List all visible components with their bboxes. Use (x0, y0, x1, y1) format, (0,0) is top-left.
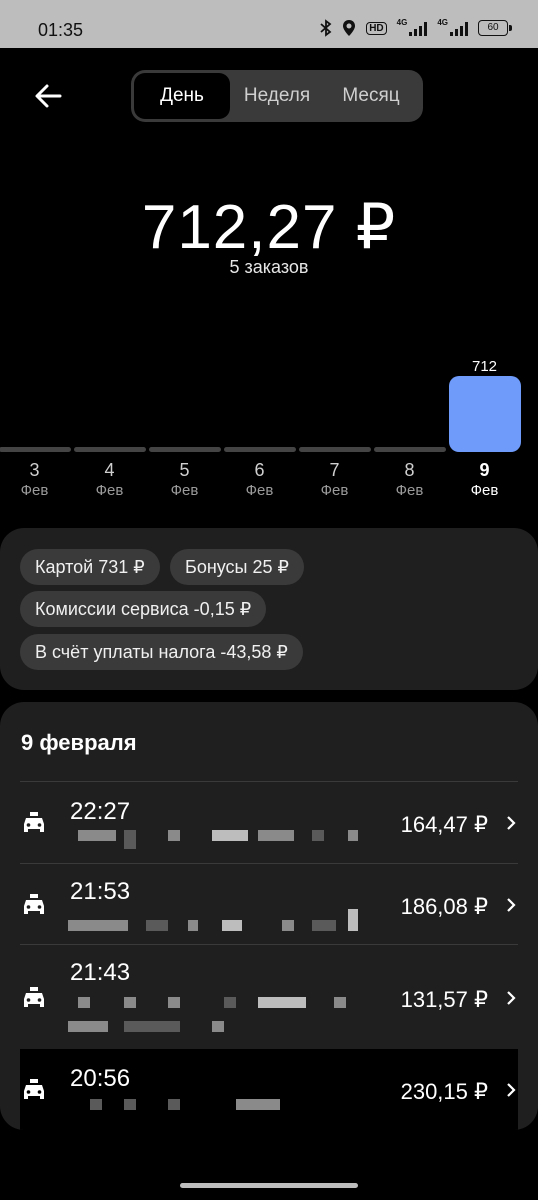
order-time: 22:27 (70, 798, 131, 825)
order-time: 21:43 (70, 959, 131, 986)
earnings-breakdown-card: Картой 731 ₽ Бонусы 25 ₽ Комиссии сервис… (0, 528, 538, 690)
blurred-address (282, 920, 294, 931)
chart-tick-sublabel: Фев (470, 482, 499, 499)
blurred-address (168, 1099, 180, 1110)
taxi-car-icon (24, 894, 44, 914)
chart-tick-sublabel: Фев (170, 482, 199, 499)
hd-badge: HD (366, 21, 387, 35)
chart-bar[interactable] (0, 447, 71, 452)
chart-bar[interactable] (298, 447, 371, 452)
period-segmented-control: День Неделя Месяц (131, 70, 423, 122)
blurred-address (68, 1021, 108, 1032)
tab-month[interactable]: Месяц (327, 70, 415, 122)
chart-tick-label[interactable]: 3 (5, 460, 65, 481)
blurred-address (348, 830, 358, 841)
orders-count: 5 заказов (229, 257, 309, 277)
taxi-car-icon (24, 1079, 44, 1099)
blurred-address (168, 997, 180, 1008)
chip-bonuses: Бонусы 25 ₽ (170, 549, 304, 585)
taxi-car-icon (24, 812, 44, 832)
chart-tick-sublabel: Фев (20, 482, 49, 499)
signal-2-icon (450, 20, 468, 36)
location-icon (343, 20, 356, 36)
earnings-summary-card: День Неделя Месяц 712,27 ₽ 5 заказов 3 Фе… (0, 48, 538, 518)
status-icons: HD 4G 4G 60 (320, 17, 512, 37)
chart-tick-label[interactable]: 5 (155, 460, 215, 481)
arrow-left-icon[interactable] (34, 82, 62, 110)
blurred-address (258, 830, 294, 841)
daily-earnings-chart: 3 Фев 4 Фев 5 Фев 6 Фев 7 Фев 8 Фев 712 9 Фев (0, 348, 538, 508)
chart-tick-label[interactable]: 6 (230, 460, 290, 481)
network-type-1: 4G (396, 17, 408, 27)
taxi-car-icon (24, 987, 44, 1007)
chart-bar[interactable] (148, 447, 221, 452)
chart-tick-label[interactable]: 7 (305, 460, 365, 481)
blurred-address (90, 1099, 102, 1110)
status-bar: 01:35 HD 4G 4G 60 (0, 0, 538, 48)
order-row[interactable]: 20:56 230,15 ₽ (20, 1049, 518, 1130)
order-price: 131,57 ₽ (400, 987, 488, 1012)
order-price: 186,08 ₽ (400, 894, 488, 919)
blurred-address (188, 920, 198, 931)
blurred-address (124, 830, 136, 849)
chevron-right-icon (507, 816, 516, 830)
chip-service-fees: Комиссии сервиса -0,15 ₽ (20, 591, 267, 627)
blurred-address (222, 920, 242, 931)
blurred-address (334, 997, 346, 1008)
battery-icon: 60 (478, 20, 512, 36)
chart-tick-sublabel: Фев (245, 482, 274, 499)
total-amount: 712,27 ₽ (141, 193, 397, 262)
blurred-address (312, 830, 324, 841)
blurred-address (124, 1021, 180, 1032)
blurred-address (224, 997, 236, 1008)
blurred-address (78, 830, 116, 841)
chart-tick-label[interactable]: 4 (80, 460, 140, 481)
blurred-address (124, 1099, 136, 1110)
chevron-right-icon (507, 991, 516, 1005)
blurred-address (212, 1021, 224, 1032)
home-indicator[interactable] (180, 1183, 358, 1188)
chart-bar[interactable] (223, 447, 296, 452)
blurred-address (312, 920, 336, 931)
blurred-address (258, 997, 306, 1008)
bluetooth-icon (320, 19, 332, 37)
chip-card-payment: Картой 731 ₽ (20, 549, 160, 585)
chart-bar[interactable] (373, 447, 446, 452)
order-time: 20:56 (70, 1065, 131, 1092)
blurred-address (236, 1099, 280, 1110)
chip-tax-payment: В счёт уплаты налога -43,58 ₽ (20, 634, 303, 670)
blurred-address (78, 997, 90, 1008)
network-type-2: 4G (437, 17, 448, 27)
signal-1-icon (409, 20, 428, 36)
blurred-address (68, 920, 128, 931)
chevron-right-icon (507, 1083, 516, 1097)
blurred-address (146, 920, 168, 931)
orders-date-title: 9 февраля (21, 730, 137, 755)
status-time: 01:35 (38, 20, 84, 40)
blurred-address (212, 830, 248, 841)
chart-tick-label[interactable]: 8 (380, 460, 440, 481)
chart-data-label: 712 (471, 358, 498, 375)
chevron-right-icon (507, 898, 516, 912)
blurred-address (168, 830, 180, 841)
order-row[interactable]: 21:43 131,57 ₽ (20, 944, 518, 1050)
chart-tick-sublabel: Фев (395, 482, 424, 499)
chart-tick-label[interactable]: 9 (455, 460, 515, 481)
orders-list-card: 9 февраля 22:27 164,47 ₽ 21:53 186,08 ₽ … (0, 702, 538, 1130)
order-time: 21:53 (70, 878, 131, 905)
chart-bar[interactable] (73, 447, 146, 452)
blurred-address (348, 909, 358, 931)
tab-week[interactable]: Неделя (235, 70, 319, 122)
chart-tick-sublabel: Фев (320, 482, 349, 499)
order-price: 230,15 ₽ (400, 1079, 488, 1104)
order-row[interactable]: 22:27 164,47 ₽ (20, 781, 518, 864)
chart-bar[interactable] (448, 376, 521, 452)
order-row[interactable]: 21:53 186,08 ₽ (20, 863, 518, 945)
blurred-address (124, 997, 136, 1008)
order-price: 164,47 ₽ (400, 812, 488, 837)
chart-tick-sublabel: Фев (95, 482, 124, 499)
tab-day[interactable]: День (134, 73, 230, 119)
